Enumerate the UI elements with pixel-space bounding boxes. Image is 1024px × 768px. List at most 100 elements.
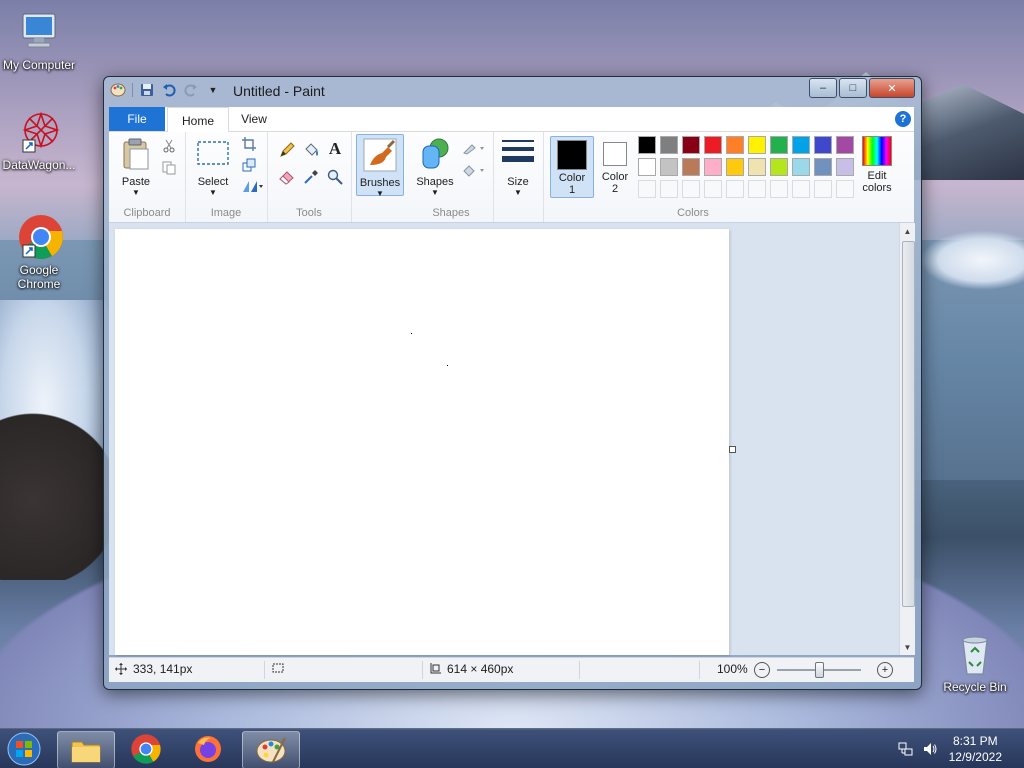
rotate-icon[interactable] xyxy=(241,178,265,194)
custom-color-slot[interactable] xyxy=(660,180,678,198)
palette-swatch[interactable] xyxy=(748,136,766,154)
palette-swatch[interactable] xyxy=(704,158,722,176)
start-button[interactable] xyxy=(4,731,48,767)
pencil-icon[interactable] xyxy=(279,142,295,158)
paint-window[interactable]: ▼ Untitled - Paint – □ ✕ File Home View … xyxy=(103,76,922,690)
group-tools: A Tools xyxy=(267,132,352,222)
custom-color-slot[interactable] xyxy=(682,180,700,198)
palette-swatch[interactable] xyxy=(682,158,700,176)
group-colors: Color 1 Color 2 Edit colors Colors xyxy=(543,132,914,222)
scroll-down-icon[interactable]: ▼ xyxy=(900,639,915,655)
paint-app-icon[interactable] xyxy=(110,82,126,98)
fill-bucket-icon[interactable] xyxy=(303,142,319,158)
magnifier-icon[interactable] xyxy=(327,169,343,185)
color-1-label: Color xyxy=(558,172,586,184)
qat-dropdown-icon[interactable]: ▼ xyxy=(205,82,221,98)
palette-swatch[interactable] xyxy=(836,136,854,154)
zoom-out-icon[interactable]: − xyxy=(754,662,770,678)
custom-color-slot[interactable] xyxy=(726,180,744,198)
color-2-label: Color xyxy=(601,171,629,183)
desktop-icon-my-computer[interactable]: My Computer xyxy=(0,8,79,72)
image-size: 614 × 460px xyxy=(429,662,513,676)
group-label: Tools xyxy=(296,207,322,219)
eraser-icon[interactable] xyxy=(279,169,295,185)
close-button[interactable]: ✕ xyxy=(869,78,915,98)
title-bar[interactable]: ▼ Untitled - Paint – □ ✕ xyxy=(104,77,921,105)
palette-swatch[interactable] xyxy=(726,158,744,176)
datawagon-icon xyxy=(15,108,63,156)
palette-swatch[interactable] xyxy=(638,136,656,154)
cut-icon[interactable] xyxy=(161,138,177,154)
shapes-button[interactable]: Shapes ▼ xyxy=(413,136,457,197)
copy-icon[interactable] xyxy=(161,160,177,176)
select-button[interactable]: Select ▼ xyxy=(191,136,235,197)
palette-swatch[interactable] xyxy=(748,158,766,176)
palette-swatch[interactable] xyxy=(792,158,810,176)
crop-icon[interactable] xyxy=(241,136,257,152)
palette-swatch[interactable] xyxy=(660,158,678,176)
vertical-scrollbar[interactable]: ▲ ▼ xyxy=(899,223,915,655)
palette-swatch[interactable] xyxy=(814,136,832,154)
taskbar-paint[interactable] xyxy=(242,731,300,768)
save-icon[interactable] xyxy=(139,82,155,98)
palette-swatch[interactable] xyxy=(704,136,722,154)
taskbar-firefox[interactable] xyxy=(180,731,236,767)
group-size: Size ▼ xyxy=(493,132,544,222)
minimize-button[interactable]: – xyxy=(809,78,837,98)
palette-swatch[interactable] xyxy=(814,158,832,176)
resize-icon[interactable] xyxy=(241,157,257,173)
paste-label: Paste xyxy=(121,176,151,188)
volume-icon[interactable] xyxy=(922,741,938,760)
chevron-down-icon: ▼ xyxy=(514,188,522,197)
taskbar-file-explorer[interactable] xyxy=(57,731,115,768)
paste-button[interactable]: Paste ▼ xyxy=(115,136,157,197)
tab-home[interactable]: Home xyxy=(167,107,229,133)
canvas-resize-handle[interactable] xyxy=(729,446,736,453)
text-icon[interactable]: A xyxy=(327,139,343,158)
scroll-up-icon[interactable]: ▲ xyxy=(900,223,915,239)
network-icon[interactable] xyxy=(898,741,914,760)
scroll-thumb[interactable] xyxy=(902,241,915,607)
custom-color-slot[interactable] xyxy=(704,180,722,198)
size-button[interactable]: Size ▼ xyxy=(497,136,539,197)
color-1-button[interactable]: Color 1 xyxy=(550,136,594,198)
zoom-in-icon[interactable]: + xyxy=(877,662,893,678)
color-picker-icon[interactable] xyxy=(303,169,319,185)
outline-icon[interactable] xyxy=(461,140,487,156)
zoom-slider-thumb[interactable] xyxy=(815,662,824,678)
custom-color-slot[interactable] xyxy=(792,180,810,198)
edit-colors-button[interactable]: Edit colors xyxy=(855,136,899,194)
desktop-icon-datawagon[interactable]: DataWagon... xyxy=(0,108,79,172)
palette-swatch[interactable] xyxy=(682,136,700,154)
desktop-icon-recycle-bin[interactable]: Recycle Bin xyxy=(935,630,1015,694)
tab-file[interactable]: File xyxy=(109,107,165,131)
custom-color-slot[interactable] xyxy=(748,180,766,198)
desktop-icon-google-chrome[interactable]: Google Chrome xyxy=(0,213,79,291)
ribbon-tab-bar: File Home View ? xyxy=(109,107,914,133)
system-clock[interactable]: 8:31 PM 12/9/2022 xyxy=(949,733,1002,765)
undo-icon[interactable] xyxy=(161,82,177,98)
custom-color-slot[interactable] xyxy=(814,180,832,198)
chrome-icon xyxy=(131,734,161,764)
palette-swatch[interactable] xyxy=(726,136,744,154)
custom-color-slot[interactable] xyxy=(638,180,656,198)
palette-swatch[interactable] xyxy=(660,136,678,154)
redo-icon[interactable] xyxy=(183,82,199,98)
palette-swatch[interactable] xyxy=(770,158,788,176)
maximize-button[interactable]: □ xyxy=(839,78,867,98)
custom-color-slot[interactable] xyxy=(836,180,854,198)
brushes-button[interactable]: Brushes ▼ xyxy=(356,134,404,198)
custom-color-slot[interactable] xyxy=(770,180,788,198)
palette-swatch[interactable] xyxy=(836,158,854,176)
drawing-canvas[interactable] xyxy=(115,229,729,655)
help-icon[interactable]: ? xyxy=(895,111,911,127)
drawn-dot xyxy=(447,365,448,366)
color-2-button[interactable]: Color 2 xyxy=(595,136,635,196)
palette-swatch[interactable] xyxy=(770,136,788,154)
size-label: Size xyxy=(507,176,529,188)
palette-swatch[interactable] xyxy=(638,158,656,176)
palette-swatch[interactable] xyxy=(792,136,810,154)
tab-view[interactable]: View xyxy=(229,107,279,131)
fill-icon[interactable] xyxy=(461,162,487,178)
taskbar-chrome[interactable] xyxy=(118,731,174,767)
